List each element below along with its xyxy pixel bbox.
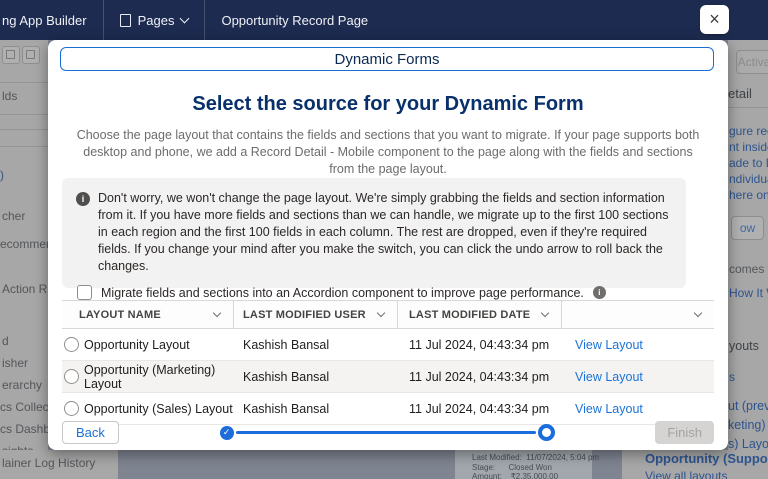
- divider: [728, 107, 768, 108]
- record-field: Stage: Closed Won: [472, 463, 552, 472]
- layout-name: Opportunity Layout: [84, 338, 190, 352]
- radio-button[interactable]: [64, 401, 79, 416]
- app-builder-title-text: ng App Builder: [2, 13, 87, 28]
- accordion-checkbox[interactable]: [77, 285, 92, 300]
- header-last-modified-date[interactable]: LAST MODIFIED DATE: [398, 301, 562, 328]
- component-item: isher: [2, 356, 28, 370]
- modified-date: 11 Jul 2024, 04:43:34 pm: [398, 338, 562, 352]
- panel-text-line: ade to Dy: [729, 156, 768, 170]
- panel-label-fields: lds: [2, 89, 17, 103]
- layouts-label: youts: [729, 339, 759, 353]
- pages-menu[interactable]: Pages: [104, 0, 205, 40]
- chevron-down-icon: [694, 309, 702, 317]
- progress-line: [236, 431, 536, 434]
- modal-description: Choose the page layout that contains the…: [73, 127, 703, 178]
- close-icon: ×: [709, 9, 720, 30]
- info-note: i Don't worry, we won't change the page …: [62, 178, 686, 288]
- divider: [0, 114, 48, 115]
- modified-user: Kashish Bansal: [234, 370, 398, 384]
- copy-icon: [2, 46, 20, 64]
- note-text: Don't worry, we won't change the page la…: [98, 190, 672, 275]
- panel-text-line: comes fr: [729, 262, 768, 276]
- modal-footer: Back ✓ Finish: [62, 421, 714, 444]
- screen: lds ) cher ecommend Action Rem d isher e…: [0, 0, 768, 479]
- panel-tab-detail: etail: [728, 86, 752, 101]
- layout-name: Opportunity (Marketing) Layout: [84, 363, 234, 391]
- layout-link-fragment: ut (previe: [728, 399, 768, 413]
- header-actions[interactable]: [562, 301, 714, 328]
- panel-link-fragment: s: [729, 370, 735, 384]
- info-icon[interactable]: i: [593, 286, 606, 299]
- record-field: Amount: ₹2,35,000.00: [472, 472, 558, 479]
- layout-link-fragment: keting) La: [728, 418, 768, 432]
- modal-heading: Select the source for your Dynamic Form: [48, 93, 728, 116]
- support-layout-link: Opportunity (Support) Lay: [645, 451, 768, 466]
- activation-button: Activa: [736, 50, 768, 74]
- checkbox-label: Migrate fields and sections into an Acco…: [101, 286, 584, 300]
- panel-text-line: ndividual: [729, 172, 768, 186]
- how-it-works-link: How It W: [729, 286, 768, 300]
- panel-link-fragment: ): [0, 168, 4, 182]
- app-builder-navbar: ng App Builder Pages Opportunity Record …: [0, 0, 768, 40]
- layout-table: LAYOUT NAME LAST MODIFIED USER LAST MODI…: [62, 300, 714, 425]
- modified-date: 11 Jul 2024, 04:43:34 pm: [398, 370, 562, 384]
- header-last-modified-user[interactable]: LAST MODIFIED USER: [234, 301, 398, 328]
- panel-text-line: nt inside t: [729, 140, 768, 154]
- current-page-name: Opportunity Record Page: [205, 0, 384, 40]
- close-button[interactable]: ×: [700, 5, 729, 34]
- step-complete-icon: ✓: [220, 426, 234, 440]
- step-current-icon: [538, 424, 555, 441]
- modified-user: Kashish Bansal: [234, 338, 398, 352]
- table-row: Opportunity Layout Kashish Bansal 11 Jul…: [62, 329, 714, 361]
- component-item: d: [2, 334, 9, 348]
- page-icon: [120, 14, 131, 27]
- pages-menu-label: Pages: [138, 13, 175, 28]
- chevron-down-icon: [541, 309, 549, 317]
- progress-indicator: ✓: [220, 424, 555, 441]
- properties-panel: [728, 40, 768, 450]
- clipboard-icon: [22, 46, 40, 64]
- component-item: erarchy: [2, 378, 42, 392]
- panel-text-line: here on t: [729, 188, 768, 202]
- view-layout-link[interactable]: View Layout: [575, 402, 643, 416]
- chevron-down-icon: [213, 309, 221, 317]
- learn-how-button: ow: [731, 216, 764, 240]
- header-layout-name[interactable]: LAYOUT NAME: [62, 301, 234, 328]
- table-header: LAYOUT NAME LAST MODIFIED USER LAST MODI…: [62, 300, 714, 329]
- modified-user: Kashish Bansal: [234, 402, 398, 416]
- divider: [0, 146, 48, 147]
- component-item: cher: [2, 209, 25, 223]
- back-button[interactable]: Back: [62, 421, 119, 444]
- table-row: Opportunity (Marketing) Layout Kashish B…: [62, 361, 714, 393]
- modified-date: 11 Jul 2024, 04:43:34 pm: [398, 402, 562, 416]
- view-all-layouts-link: View all layouts: [645, 469, 728, 479]
- finish-button[interactable]: Finish: [655, 421, 714, 444]
- modal-title: Dynamic Forms: [60, 47, 714, 71]
- view-layout-link[interactable]: View Layout: [575, 338, 643, 352]
- info-icon: i: [76, 192, 90, 206]
- layout-name: Opportunity (Sales) Layout: [84, 402, 233, 416]
- radio-button[interactable]: [64, 337, 79, 352]
- radio-button[interactable]: [64, 369, 79, 384]
- panel-text-line: gure reco: [729, 124, 768, 138]
- divider: [0, 129, 48, 130]
- dynamic-forms-modal: Dynamic Forms Select the source for your…: [48, 40, 728, 450]
- layout-link-fragment: s) Layout: [728, 437, 768, 451]
- view-layout-link[interactable]: View Layout: [575, 370, 643, 384]
- record-field: Last Modified: 11/07/2024, 5:04 pm: [472, 453, 599, 462]
- log-history-item: lainer Log History: [2, 456, 95, 470]
- app-builder-title: ng App Builder: [0, 0, 103, 40]
- chevron-down-icon: [377, 309, 385, 317]
- chevron-down-icon: [180, 14, 190, 24]
- accordion-option-row: Migrate fields and sections into an Acco…: [77, 285, 672, 300]
- component-item: cs Collecti: [0, 400, 55, 414]
- divider: [0, 82, 48, 83]
